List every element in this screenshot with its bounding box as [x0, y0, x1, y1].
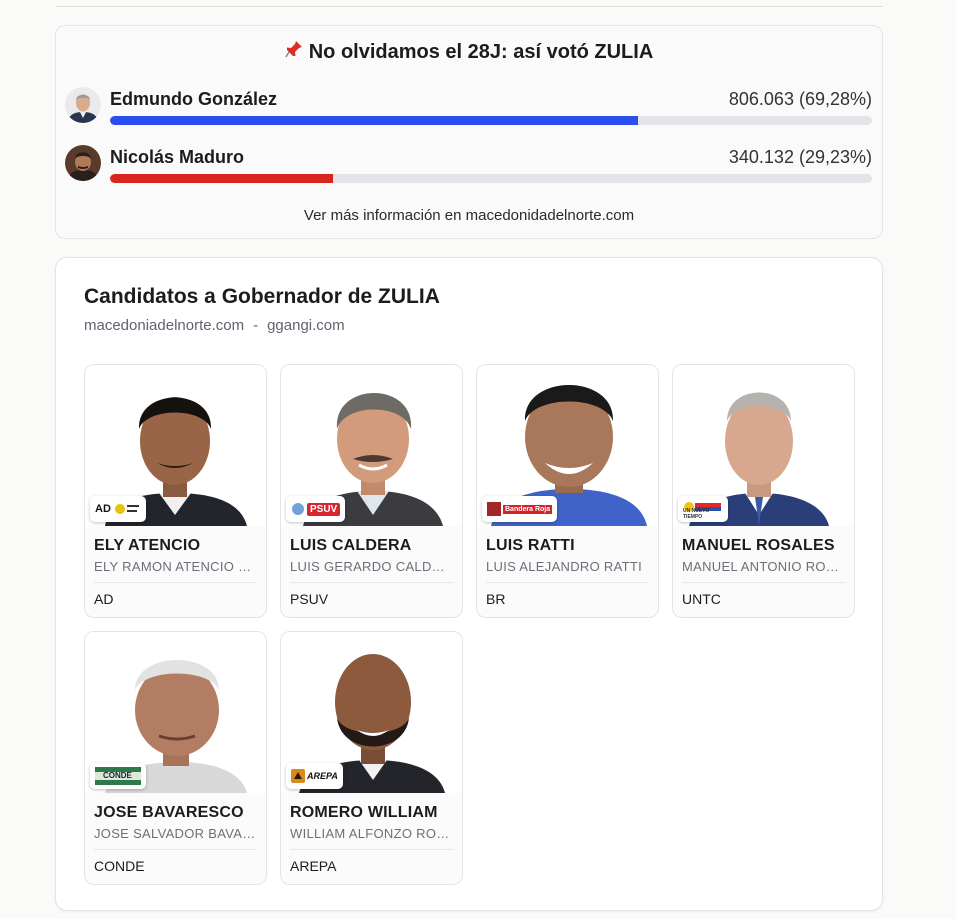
result-row-maduro: Nicolás Maduro 340.132 (29,23%) — [65, 144, 873, 190]
party-logo: AREPA — [286, 763, 343, 789]
vote-progress-fill — [110, 174, 333, 183]
candidate-card-ely-atencio[interactable]: AD ELY ATENCIO ELY RAMON ATENCIO CONTRER… — [84, 364, 267, 618]
candidate-full-name: LUIS GERARDO CALDERA — [290, 559, 452, 574]
candidate-name: ROMERO WILLIAM — [290, 804, 438, 821]
candidate-party: CONDE — [94, 858, 145, 874]
top-divider — [56, 6, 883, 7]
candidate-full-name: JOSE SALVADOR BAVARESCO — [94, 826, 256, 841]
candidate-votes: 806.063 (69,28%) — [728, 89, 872, 109]
candidate-card-romero-william[interactable]: AREPA ROMERO WILLIAM WILLIAM ALFONZO ROM… — [280, 631, 463, 885]
divider — [94, 849, 257, 850]
avatar — [65, 145, 101, 181]
more-info-link[interactable]: Ver más información en macedonidadelnort… — [56, 207, 882, 224]
candidate-card-luis-ratti[interactable]: Bandera Roja LUIS RATTI LUIS ALEJANDRO R… — [476, 364, 659, 618]
source-separator: - — [253, 317, 259, 334]
candidate-full-name: ELY RAMON ATENCIO CONTRERAS — [94, 559, 256, 574]
candidate-party: AD — [94, 591, 114, 607]
candidate-card-manuel-rosales[interactable]: UN NUEVO TIEMPO MANUEL ROSALES MANUEL AN… — [672, 364, 855, 618]
avatar — [65, 87, 101, 123]
candidate-full-name: WILLIAM ALFONZO ROMERO — [290, 826, 452, 841]
governor-candidates-card: Candidatos a Gobernador de ZULIA macedon… — [55, 257, 883, 911]
candidate-full-name: LUIS ALEJANDRO RATTI — [486, 559, 643, 574]
party-logo: UN NUEVO TIEMPO — [678, 496, 728, 522]
divider — [682, 582, 845, 583]
candidate-name: Nicolás Maduro — [110, 147, 245, 167]
election-results-card: No olvidamos el 28J: así votó ZULIA Edmu… — [55, 25, 883, 239]
candidate-name: ELY ATENCIO — [94, 537, 201, 554]
candidate-name: JOSE BAVARESCO — [94, 804, 244, 821]
divider — [94, 582, 257, 583]
sources-line: macedoniadelnorte.com - ggangi.com — [84, 317, 345, 334]
vote-progress-bar — [110, 174, 872, 183]
candidate-name: Edmundo González — [110, 89, 278, 109]
candidate-party: BR — [486, 591, 506, 607]
candidate-party: AREPA — [290, 858, 337, 874]
party-logo: AD — [90, 496, 146, 522]
candidate-card-jose-bavaresco[interactable]: CONDE JOSE BAVARESCO JOSE SALVADOR BAVAR… — [84, 631, 267, 885]
candidate-name: LUIS RATTI — [486, 537, 575, 554]
party-logo: PSUV — [286, 496, 346, 522]
divider — [486, 582, 649, 583]
candidate-party: UNTC — [682, 591, 721, 607]
candidate-card-luis-caldera[interactable]: PSUV LUIS CALDERA LUIS GERARDO CALDERA P… — [280, 364, 463, 618]
candidate-name: MANUEL ROSALES — [682, 537, 835, 554]
party-logo: Bandera Roja — [482, 496, 558, 522]
source-link[interactable]: ggangi.com — [267, 317, 345, 334]
vote-progress-fill — [110, 116, 638, 125]
candidate-full-name: MANUEL ANTONIO ROSALES — [682, 559, 844, 574]
divider — [290, 582, 453, 583]
vote-progress-bar — [110, 116, 872, 125]
divider — [290, 849, 453, 850]
candidate-party: PSUV — [290, 591, 329, 607]
source-link[interactable]: macedoniadelnorte.com — [84, 317, 244, 334]
candidate-name: LUIS CALDERA — [290, 537, 412, 554]
party-logo: CONDE — [90, 763, 146, 789]
candidate-votes: 340.132 (29,23%) — [728, 147, 872, 167]
pushpin-icon — [285, 40, 303, 63]
results-title: No olvidamos el 28J: así votó ZULIA — [56, 40, 882, 64]
section-title: Candidatos a Gobernador de ZULIA — [84, 285, 440, 308]
result-row-gonzalez: Edmundo González 806.063 (69,28%) — [65, 86, 873, 132]
